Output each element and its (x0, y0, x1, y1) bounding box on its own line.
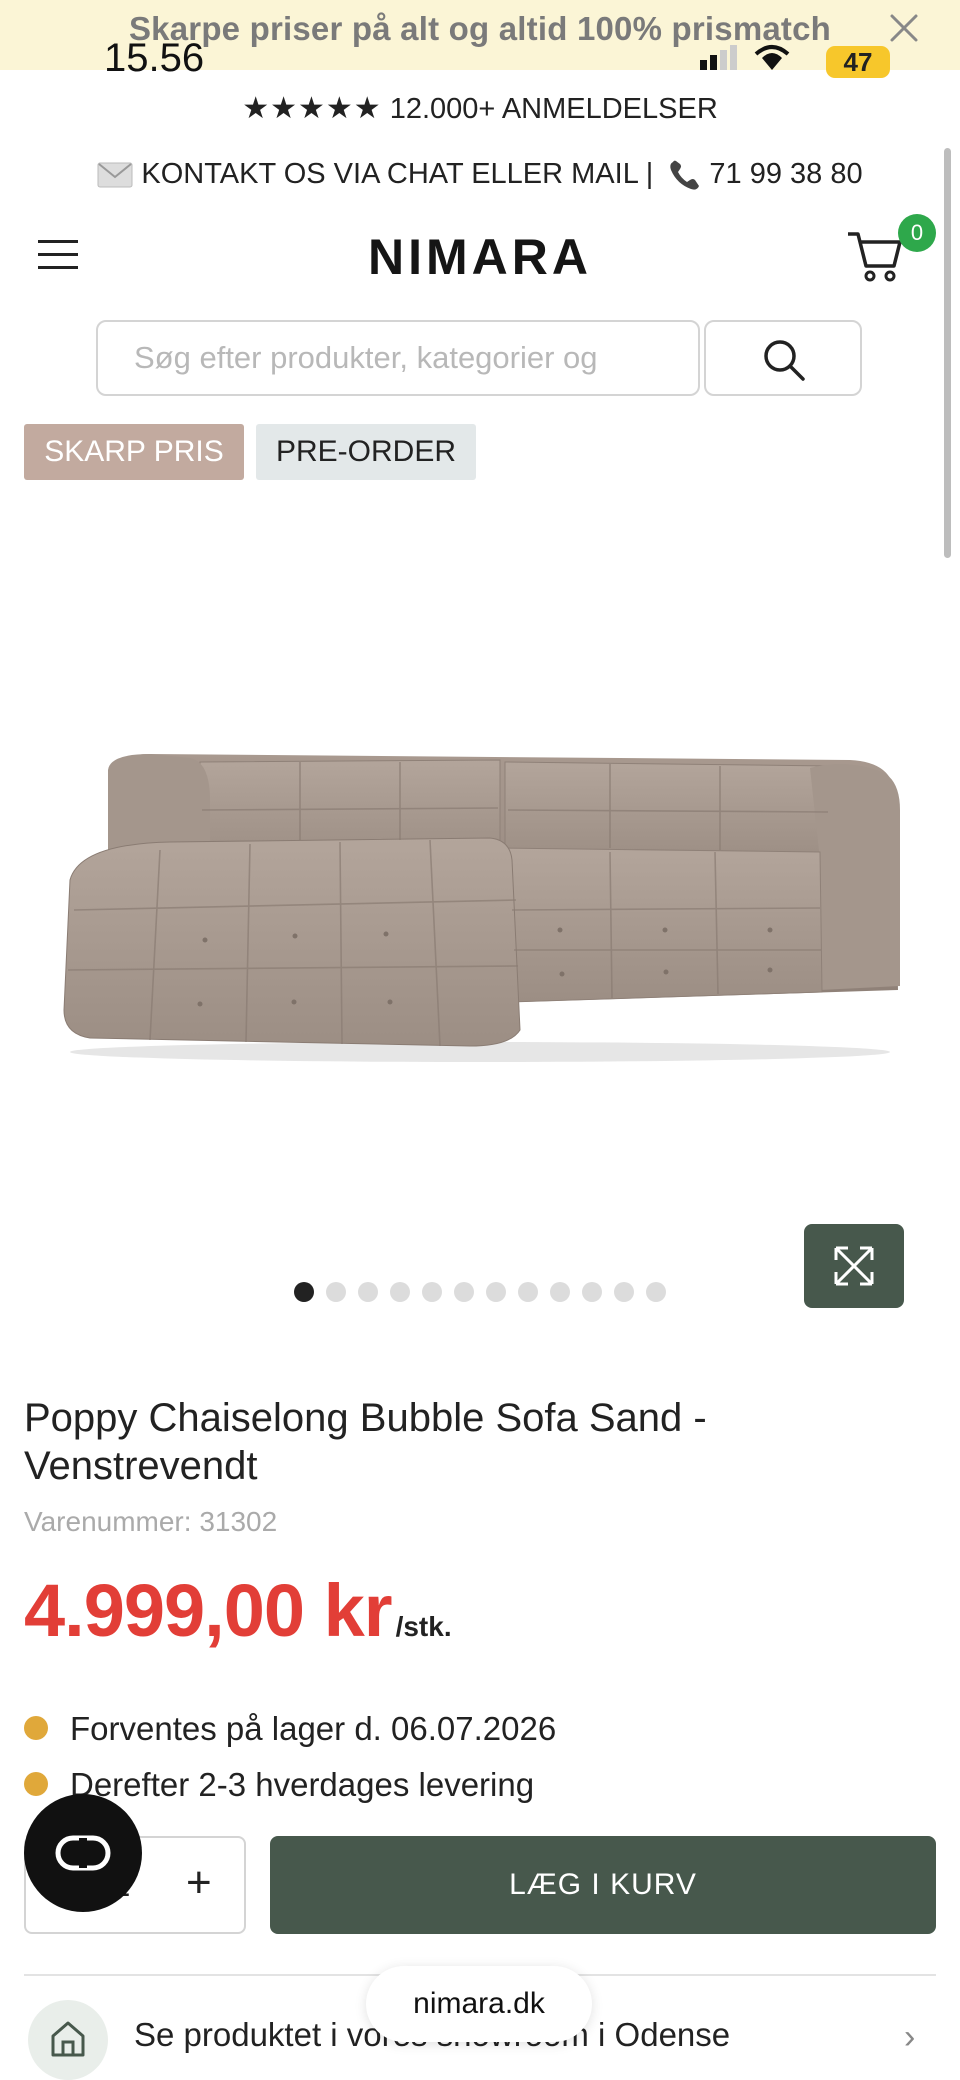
browser-url-bar[interactable]: nimara.dk (366, 1966, 592, 2042)
stock-expected-row: Forventes på lager d. 06.07.2026 (24, 1710, 556, 1748)
battery-indicator: 47 (826, 46, 890, 78)
sku-label: Varenummer: (24, 1506, 192, 1537)
contact-text: KONTAKT OS VIA CHAT ELLER MAIL | (141, 158, 654, 190)
showroom-icon-wrap (28, 2000, 108, 2080)
search-input[interactable]: Søg efter produkter, kategorier og (96, 320, 700, 396)
cart-count-badge: 0 (898, 214, 936, 252)
phone-icon (667, 158, 703, 192)
close-icon[interactable] (884, 8, 924, 48)
sku-value: 31302 (199, 1506, 278, 1537)
gallery-dot[interactable] (582, 1282, 602, 1302)
gallery-dot[interactable] (422, 1282, 442, 1302)
contact-phone[interactable]: 71 99 38 80 (709, 158, 862, 190)
gallery-dot[interactable] (614, 1282, 634, 1302)
product-image[interactable] (50, 740, 910, 1070)
delivery-text: Derefter 2-3 hverdages levering (70, 1766, 535, 1803)
mail-icon (97, 162, 133, 188)
preorder-badge: PRE-ORDER (256, 424, 476, 480)
gallery-dot[interactable] (326, 1282, 346, 1302)
gallery-dot[interactable] (454, 1282, 474, 1302)
gallery-dots[interactable] (0, 1282, 960, 1306)
gallery-dot[interactable] (550, 1282, 570, 1302)
reviews-line[interactable]: ★★★★★ 12.000+ ANMELDELSER (0, 91, 960, 126)
gallery-dot[interactable] (486, 1282, 506, 1302)
chat-button[interactable] (24, 1794, 142, 1912)
stock-expected-text: Forventes på lager d. 06.07.2026 (70, 1710, 557, 1747)
site-logo[interactable]: NIMARA (0, 228, 960, 286)
add-to-cart-button[interactable]: LÆG I KURV (270, 1836, 936, 1934)
contact-line[interactable]: KONTAKT OS VIA CHAT ELLER MAIL | 71 99 3… (0, 158, 960, 192)
home-icon (51, 2021, 85, 2057)
delivery-status-dot (24, 1772, 48, 1797)
cart-icon[interactable] (846, 228, 904, 284)
gallery-dot[interactable] (390, 1282, 410, 1302)
chevron-right-icon[interactable]: › (904, 2018, 915, 2057)
price-unit: /stk. (395, 1611, 452, 1642)
sku-line: Varenummer: 31302 (24, 1506, 277, 1538)
stock-status-dot (24, 1716, 48, 1741)
gallery-dot[interactable] (358, 1282, 378, 1302)
price: 4.999,00 kr (24, 1569, 393, 1652)
reviews-text: 12.000+ ANMELDELSER (389, 93, 718, 125)
scrollbar[interactable] (944, 148, 951, 558)
price-row: 4.999,00 kr/stk. (24, 1568, 452, 1653)
product-title: Poppy Chaiselong Bubble Sofa Sand - Vens… (24, 1396, 707, 1488)
plus-icon[interactable]: + (186, 1858, 212, 1908)
gallery-dot[interactable] (518, 1282, 538, 1302)
gallery-dot[interactable] (294, 1282, 314, 1302)
status-time: 15.56 (104, 36, 205, 80)
search-icon (764, 340, 805, 381)
rating-stars: ★★★★★ (242, 92, 382, 125)
search-button[interactable] (704, 320, 862, 396)
sale-badge: SKARP PRIS (24, 424, 244, 480)
chat-icon (55, 1835, 111, 1871)
gallery-dot[interactable] (646, 1282, 666, 1302)
